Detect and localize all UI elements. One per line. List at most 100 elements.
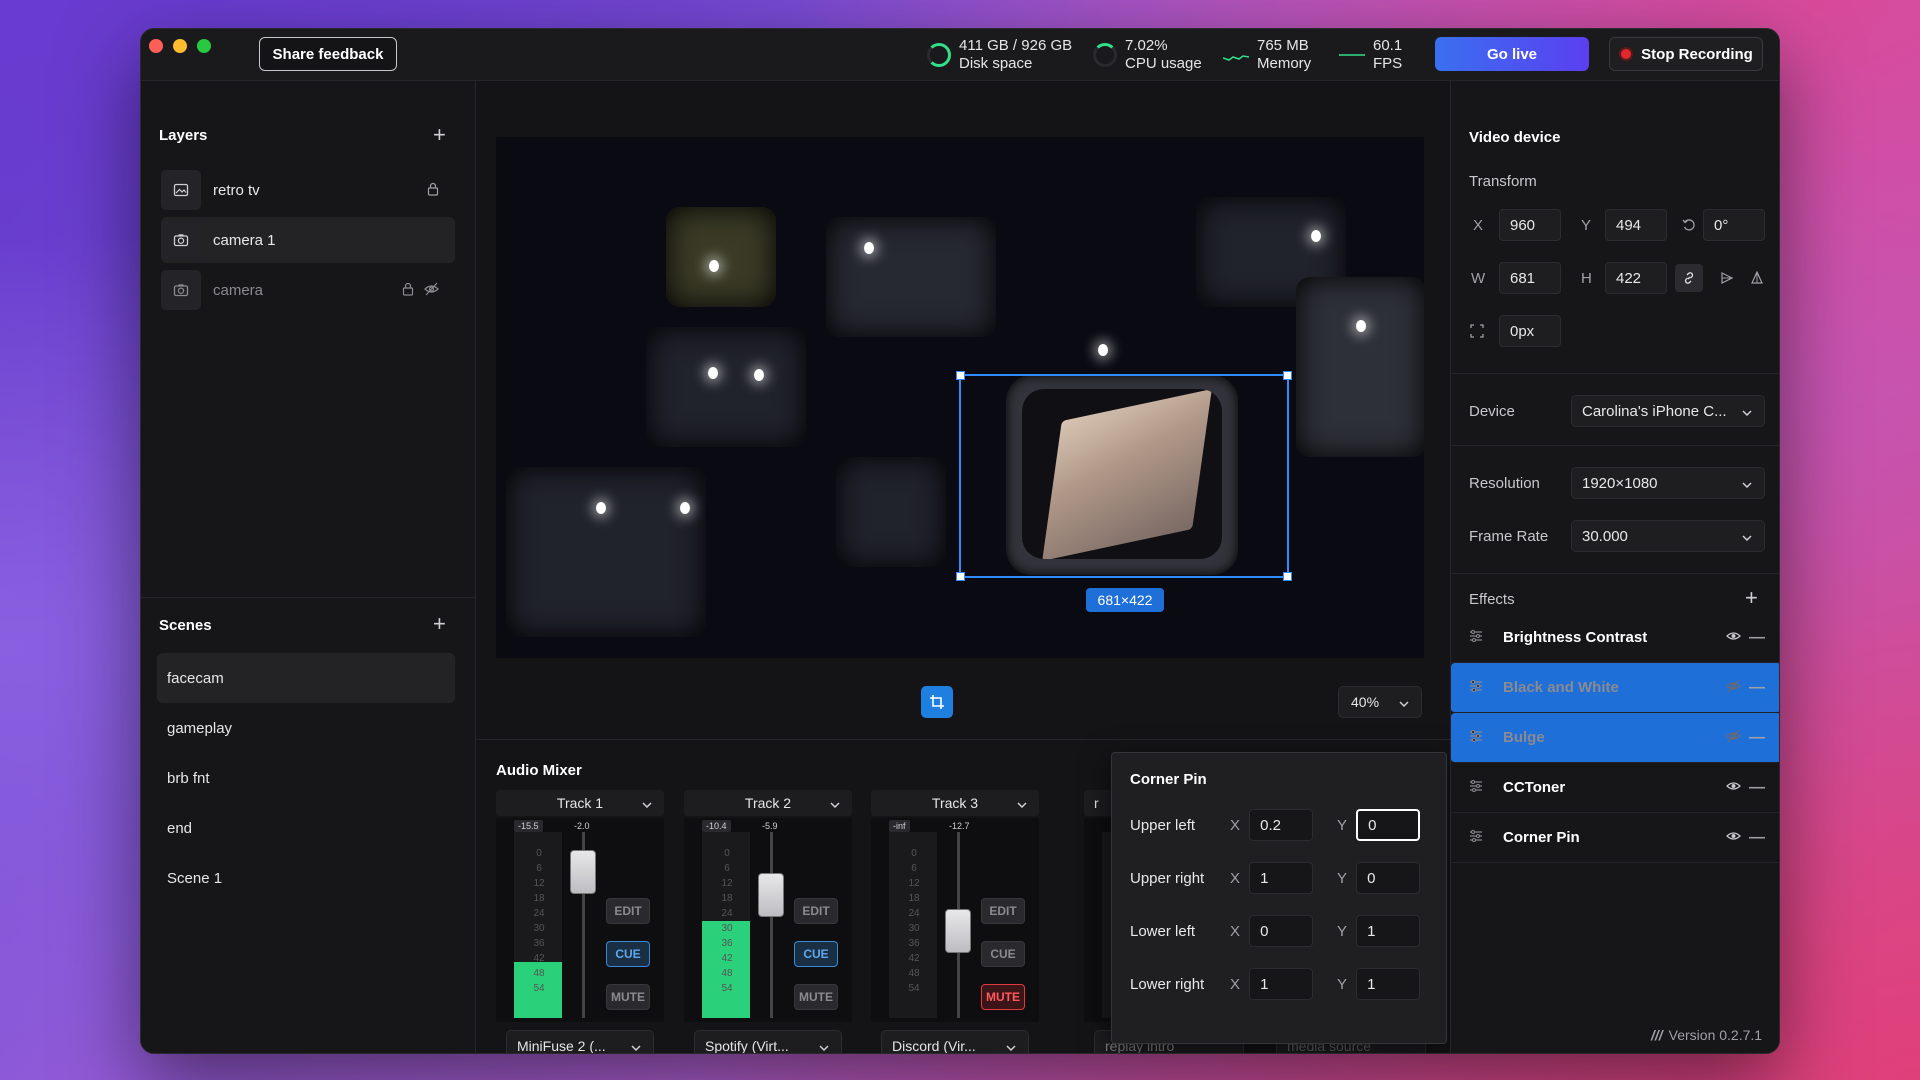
- mute-button[interactable]: MUTE: [981, 984, 1025, 1010]
- camera-icon: [161, 270, 201, 310]
- effect-item[interactable]: Corner Pin —: [1451, 813, 1779, 863]
- x-axis-label: X: [1229, 816, 1240, 834]
- track-name: Track 2: [744, 795, 792, 811]
- track-source-select[interactable]: Spotify (Virt...: [694, 1030, 842, 1053]
- edit-button[interactable]: EDIT: [981, 898, 1025, 924]
- remove-effect-icon[interactable]: —: [1749, 829, 1765, 847]
- resize-handle[interactable]: [1283, 572, 1292, 581]
- sliders-icon[interactable]: [1469, 729, 1483, 746]
- sliders-icon[interactable]: [1469, 829, 1483, 846]
- meter-scale: 0 6 12 18 24 30 36 42 48 54: [720, 846, 734, 996]
- share-feedback-button[interactable]: Share feedback: [259, 37, 397, 71]
- maximize-window-button[interactable]: [197, 39, 211, 53]
- track-source-select[interactable]: Discord (Vir...: [881, 1030, 1029, 1053]
- eye-icon[interactable]: [1726, 629, 1741, 647]
- scene-item-facecam[interactable]: facecam: [157, 653, 455, 703]
- x-axis-label: X: [1229, 922, 1240, 940]
- effect-item[interactable]: CCToner —: [1451, 763, 1779, 813]
- link-icon[interactable]: [1675, 264, 1703, 292]
- eye-hidden-icon[interactable]: [1726, 729, 1741, 747]
- zoom-select[interactable]: 40%: [1338, 686, 1422, 718]
- flip-horizontal-icon[interactable]: [1713, 264, 1741, 292]
- scene-item-gameplay[interactable]: gameplay: [157, 703, 455, 753]
- selection-box[interactable]: [956, 371, 1292, 581]
- effects-title: Effects: [1469, 591, 1515, 608]
- meter-scale-label: 48: [533, 968, 545, 979]
- corner-pin-y-field[interactable]: 1: [1356, 915, 1420, 947]
- scene-item-brb-fnt[interactable]: brb fnt: [157, 753, 455, 803]
- layer-item-camera-1[interactable]: camera 1: [161, 217, 455, 263]
- layer-item-camera[interactable]: camera: [161, 267, 455, 313]
- mute-button[interactable]: MUTE: [606, 984, 650, 1010]
- remove-effect-icon[interactable]: —: [1749, 679, 1765, 697]
- meter-scale-label: 42: [908, 953, 920, 964]
- scene-item-end[interactable]: end: [157, 803, 455, 853]
- edit-button[interactable]: EDIT: [606, 898, 650, 924]
- layer-item-retro-tv[interactable]: retro tv: [161, 167, 455, 213]
- volume-fader-knob[interactable]: [758, 873, 784, 918]
- sliders-icon[interactable]: [1469, 679, 1483, 696]
- resize-handle[interactable]: [1283, 371, 1292, 380]
- remove-effect-icon[interactable]: —: [1749, 779, 1765, 797]
- corner-pin-x-field[interactable]: 1: [1249, 862, 1313, 894]
- corner-pin-x-field[interactable]: 0: [1249, 915, 1313, 947]
- crop-corners-icon: [1463, 317, 1491, 345]
- crop-button[interactable]: [921, 686, 953, 718]
- framerate-select[interactable]: 30.000: [1571, 520, 1765, 552]
- resolution-select[interactable]: 1920×1080: [1571, 467, 1765, 499]
- edit-button[interactable]: EDIT: [794, 898, 838, 924]
- minimize-window-button[interactable]: [173, 39, 187, 53]
- preview-canvas[interactable]: 681×422: [496, 137, 1424, 658]
- volume-fader-knob[interactable]: [570, 850, 596, 895]
- corner-pin-row-label: Lower right: [1130, 975, 1205, 993]
- height-field[interactable]: 422: [1605, 262, 1667, 294]
- cue-button[interactable]: CUE: [606, 941, 650, 967]
- close-window-button[interactable]: [149, 39, 163, 53]
- mute-button[interactable]: MUTE: [794, 984, 838, 1010]
- corner-pin-y-field[interactable]: 1: [1356, 968, 1420, 1000]
- add-effect-plus-icon[interactable]: +: [1745, 587, 1758, 609]
- eye-icon[interactable]: [1726, 829, 1741, 847]
- resize-handle[interactable]: [956, 572, 965, 581]
- sliders-icon[interactable]: [1469, 779, 1483, 796]
- corner-pin-y-field[interactable]: 0: [1356, 809, 1421, 841]
- remove-effect-icon[interactable]: —: [1749, 729, 1765, 747]
- cue-button[interactable]: CUE: [794, 941, 838, 967]
- y-field[interactable]: 494: [1605, 209, 1667, 241]
- track-header[interactable]: Track 1: [496, 790, 664, 816]
- lock-icon[interactable]: [427, 182, 439, 199]
- x-field[interactable]: 960: [1499, 209, 1561, 241]
- go-live-button[interactable]: Go live: [1435, 37, 1589, 71]
- cue-button[interactable]: CUE: [981, 941, 1025, 967]
- crop-field[interactable]: 0px: [1499, 315, 1561, 347]
- eye-hidden-icon[interactable]: [1726, 679, 1741, 697]
- volume-fader-knob[interactable]: [945, 908, 971, 953]
- device-select[interactable]: Carolina's iPhone C...: [1571, 395, 1765, 427]
- memory-label: Memory: [1257, 55, 1312, 72]
- flip-vertical-icon[interactable]: [1743, 264, 1771, 292]
- lock-icon[interactable]: [402, 282, 414, 299]
- track-header[interactable]: Track 3: [871, 790, 1039, 816]
- corner-pin-x-field[interactable]: 1: [1249, 968, 1313, 1000]
- cpu-label: CPU usage: [1125, 55, 1202, 72]
- sliders-icon[interactable]: [1469, 629, 1483, 646]
- effect-item[interactable]: Black and White —: [1451, 663, 1779, 713]
- effect-item[interactable]: Brightness Contrast —: [1451, 613, 1779, 663]
- add-layer-plus-icon[interactable]: +: [433, 124, 446, 146]
- eye-icon[interactable]: [1726, 779, 1741, 797]
- scene-item-scene-1[interactable]: Scene 1: [157, 853, 455, 903]
- add-scene-plus-icon[interactable]: +: [433, 613, 446, 635]
- effect-item[interactable]: Bulge —: [1451, 713, 1779, 763]
- rotation-field[interactable]: 0°: [1703, 209, 1765, 241]
- corner-pin-y-field[interactable]: 0: [1356, 862, 1420, 894]
- stop-recording-button[interactable]: Stop Recording: [1609, 37, 1763, 71]
- resize-handle[interactable]: [956, 371, 965, 380]
- width-field[interactable]: 681: [1499, 262, 1561, 294]
- track-source-value: MiniFuse 2 (...: [517, 1038, 606, 1054]
- track-header[interactable]: Track 2: [684, 790, 852, 816]
- eye-hidden-icon[interactable]: [424, 282, 439, 299]
- track-source-select[interactable]: MiniFuse 2 (...: [506, 1030, 654, 1054]
- corner-pin-x-field[interactable]: 0.2: [1249, 809, 1313, 841]
- remove-effect-icon[interactable]: —: [1749, 629, 1765, 647]
- tv-shape: [826, 217, 996, 337]
